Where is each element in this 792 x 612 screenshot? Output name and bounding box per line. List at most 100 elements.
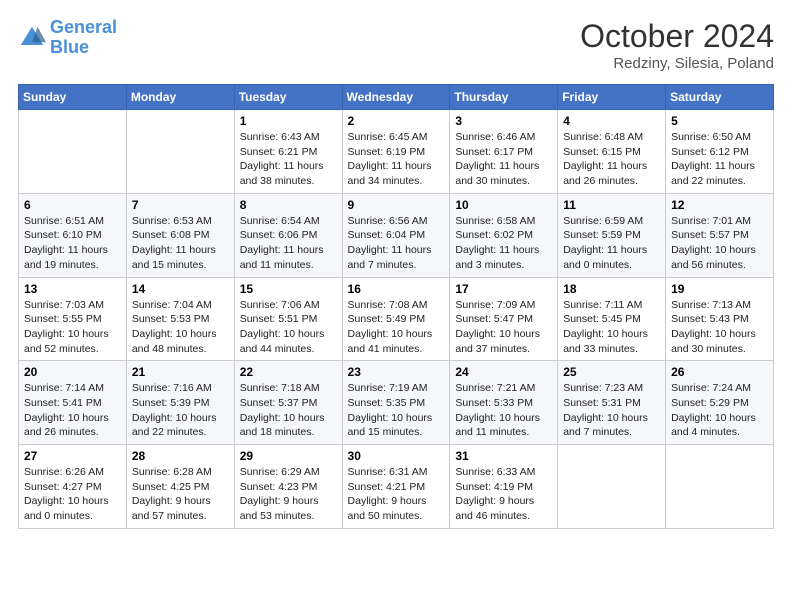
- day-info: Sunrise: 7:09 AM Sunset: 5:47 PM Dayligh…: [455, 298, 552, 357]
- day-number: 20: [24, 365, 121, 379]
- day-number: 1: [240, 114, 337, 128]
- logo: General Blue: [18, 18, 117, 58]
- calendar-day-header: Friday: [558, 85, 666, 110]
- calendar-cell: 26 Sunrise: 7:24 AM Sunset: 5:29 PM Dayli…: [666, 361, 774, 445]
- logo-blue: Blue: [50, 37, 89, 57]
- page: General Blue October 2024 Redziny, Siles…: [0, 0, 792, 547]
- calendar-day-header: Sunday: [19, 85, 127, 110]
- logo-icon: [18, 24, 46, 52]
- calendar-cell: 11 Sunrise: 6:59 AM Sunset: 5:59 PM Dayli…: [558, 193, 666, 277]
- day-number: 27: [24, 449, 121, 463]
- day-info: Sunrise: 7:21 AM Sunset: 5:33 PM Dayligh…: [455, 381, 552, 440]
- calendar-cell: 15Sunrise: 7:06 AM Sunset: 5:51 PM Dayli…: [234, 277, 342, 361]
- day-info: Sunrise: 6:33 AM Sunset: 4:19 PM Dayligh…: [455, 465, 552, 524]
- calendar-cell: 19 Sunrise: 7:13 AM Sunset: 5:43 PM Dayli…: [666, 277, 774, 361]
- calendar-cell: 9 Sunrise: 6:56 AM Sunset: 6:04 PM Daylig…: [342, 193, 450, 277]
- day-info: Sunrise: 7:01 AM Sunset: 5:57 PM Dayligh…: [671, 214, 768, 273]
- day-info: Sunrise: 7:24 AM Sunset: 5:29 PM Dayligh…: [671, 381, 768, 440]
- calendar-cell: 17 Sunrise: 7:09 AM Sunset: 5:47 PM Dayli…: [450, 277, 558, 361]
- day-info: Sunrise: 6:53 AM Sunset: 6:08 PM Dayligh…: [132, 214, 229, 273]
- day-info: Sunrise: 7:13 AM Sunset: 5:43 PM Dayligh…: [671, 298, 768, 357]
- day-info: Sunrise: 6:56 AM Sunset: 6:04 PM Dayligh…: [348, 214, 445, 273]
- calendar-day-header: Monday: [126, 85, 234, 110]
- day-number: 8: [240, 198, 337, 212]
- calendar-cell: 24 Sunrise: 7:21 AM Sunset: 5:33 PM Dayli…: [450, 361, 558, 445]
- day-info: Sunrise: 6:46 AM Sunset: 6:17 PM Dayligh…: [455, 130, 552, 189]
- day-info: Sunrise: 6:45 AM Sunset: 6:19 PM Dayligh…: [348, 130, 445, 189]
- day-info: Sunrise: 7:11 AM Sunset: 5:45 PM Dayligh…: [563, 298, 660, 357]
- day-info: Sunrise: 7:04 AM Sunset: 5:53 PM Dayligh…: [132, 298, 229, 357]
- day-number: 18: [563, 282, 660, 296]
- calendar-table: SundayMondayTuesdayWednesdayThursdayFrid…: [18, 84, 774, 529]
- calendar-cell: 29 Sunrise: 6:29 AM Sunset: 4:23 PM Dayli…: [234, 445, 342, 529]
- calendar-cell: 28Sunrise: 6:28 AM Sunset: 4:25 PM Dayli…: [126, 445, 234, 529]
- calendar-cell: [19, 110, 127, 194]
- calendar-day-header: Tuesday: [234, 85, 342, 110]
- day-number: 21: [132, 365, 229, 379]
- day-number: 31: [455, 449, 552, 463]
- day-number: 22: [240, 365, 337, 379]
- day-info: Sunrise: 6:54 AM Sunset: 6:06 PM Dayligh…: [240, 214, 337, 273]
- calendar-day-header: Saturday: [666, 85, 774, 110]
- calendar-cell: 6Sunrise: 6:51 AM Sunset: 6:10 PM Daylig…: [19, 193, 127, 277]
- calendar-day-header: Wednesday: [342, 85, 450, 110]
- day-info: Sunrise: 6:26 AM Sunset: 4:27 PM Dayligh…: [24, 465, 121, 524]
- day-number: 29: [240, 449, 337, 463]
- calendar-cell: 22 Sunrise: 7:18 AM Sunset: 5:37 PM Dayli…: [234, 361, 342, 445]
- calendar-cell: [126, 110, 234, 194]
- day-info: Sunrise: 6:29 AM Sunset: 4:23 PM Dayligh…: [240, 465, 337, 524]
- calendar-week-row: 6Sunrise: 6:51 AM Sunset: 6:10 PM Daylig…: [19, 193, 774, 277]
- calendar-cell: 3Sunrise: 6:46 AM Sunset: 6:17 PM Daylig…: [450, 110, 558, 194]
- day-number: 10: [455, 198, 552, 212]
- day-info: Sunrise: 7:03 AM Sunset: 5:55 PM Dayligh…: [24, 298, 121, 357]
- day-info: Sunrise: 6:43 AM Sunset: 6:21 PM Dayligh…: [240, 130, 337, 189]
- subtitle: Redziny, Silesia, Poland: [580, 55, 774, 72]
- day-info: Sunrise: 7:08 AM Sunset: 5:49 PM Dayligh…: [348, 298, 445, 357]
- day-info: Sunrise: 6:59 AM Sunset: 5:59 PM Dayligh…: [563, 214, 660, 273]
- calendar-cell: 31 Sunrise: 6:33 AM Sunset: 4:19 PM Dayli…: [450, 445, 558, 529]
- calendar-week-row: 13 Sunrise: 7:03 AM Sunset: 5:55 PM Dayli…: [19, 277, 774, 361]
- calendar-cell: 21 Sunrise: 7:16 AM Sunset: 5:39 PM Dayli…: [126, 361, 234, 445]
- day-number: 14: [132, 282, 229, 296]
- calendar-cell: 8 Sunrise: 6:54 AM Sunset: 6:06 PM Daylig…: [234, 193, 342, 277]
- calendar-cell: [558, 445, 666, 529]
- day-number: 6: [24, 198, 121, 212]
- day-info: Sunrise: 7:19 AM Sunset: 5:35 PM Dayligh…: [348, 381, 445, 440]
- calendar-cell: 14 Sunrise: 7:04 AM Sunset: 5:53 PM Dayli…: [126, 277, 234, 361]
- day-number: 19: [671, 282, 768, 296]
- calendar-week-row: 1 Sunrise: 6:43 AM Sunset: 6:21 PM Daylig…: [19, 110, 774, 194]
- calendar-cell: 30Sunrise: 6:31 AM Sunset: 4:21 PM Dayli…: [342, 445, 450, 529]
- day-info: Sunrise: 7:18 AM Sunset: 5:37 PM Dayligh…: [240, 381, 337, 440]
- day-info: Sunrise: 6:58 AM Sunset: 6:02 PM Dayligh…: [455, 214, 552, 273]
- main-title: October 2024: [580, 18, 774, 55]
- calendar-week-row: 27 Sunrise: 6:26 AM Sunset: 4:27 PM Dayli…: [19, 445, 774, 529]
- day-number: 7: [132, 198, 229, 212]
- calendar-cell: 13 Sunrise: 7:03 AM Sunset: 5:55 PM Dayli…: [19, 277, 127, 361]
- day-number: 4: [563, 114, 660, 128]
- day-number: 17: [455, 282, 552, 296]
- day-number: 12: [671, 198, 768, 212]
- calendar-cell: 18 Sunrise: 7:11 AM Sunset: 5:45 PM Dayli…: [558, 277, 666, 361]
- day-info: Sunrise: 7:06 AM Sunset: 5:51 PM Dayligh…: [240, 298, 337, 357]
- day-number: 30: [348, 449, 445, 463]
- calendar-cell: 20Sunrise: 7:14 AM Sunset: 5:41 PM Dayli…: [19, 361, 127, 445]
- calendar-cell: 16Sunrise: 7:08 AM Sunset: 5:49 PM Dayli…: [342, 277, 450, 361]
- calendar-cell: 4 Sunrise: 6:48 AM Sunset: 6:15 PM Daylig…: [558, 110, 666, 194]
- calendar-cell: [666, 445, 774, 529]
- day-number: 24: [455, 365, 552, 379]
- day-number: 13: [24, 282, 121, 296]
- day-number: 26: [671, 365, 768, 379]
- day-number: 11: [563, 198, 660, 212]
- day-info: Sunrise: 6:48 AM Sunset: 6:15 PM Dayligh…: [563, 130, 660, 189]
- calendar-header-row: SundayMondayTuesdayWednesdayThursdayFrid…: [19, 85, 774, 110]
- calendar-cell: 10 Sunrise: 6:58 AM Sunset: 6:02 PM Dayli…: [450, 193, 558, 277]
- day-info: Sunrise: 6:50 AM Sunset: 6:12 PM Dayligh…: [671, 130, 768, 189]
- calendar-cell: 27 Sunrise: 6:26 AM Sunset: 4:27 PM Dayli…: [19, 445, 127, 529]
- calendar-cell: 12 Sunrise: 7:01 AM Sunset: 5:57 PM Dayli…: [666, 193, 774, 277]
- calendar-cell: 7 Sunrise: 6:53 AM Sunset: 6:08 PM Daylig…: [126, 193, 234, 277]
- day-info: Sunrise: 7:23 AM Sunset: 5:31 PM Dayligh…: [563, 381, 660, 440]
- day-number: 9: [348, 198, 445, 212]
- logo-general: General: [50, 17, 117, 37]
- calendar-day-header: Thursday: [450, 85, 558, 110]
- day-info: Sunrise: 7:16 AM Sunset: 5:39 PM Dayligh…: [132, 381, 229, 440]
